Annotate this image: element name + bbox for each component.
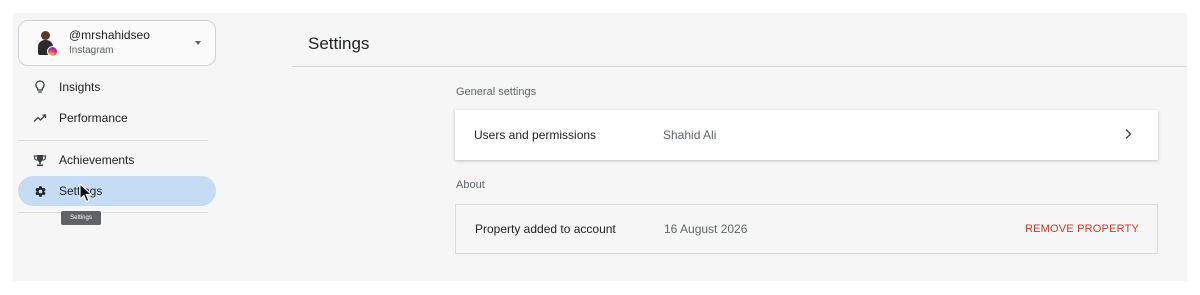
chevron-right-icon [1125,129,1132,139]
caret-down-icon [195,41,201,45]
lightbulb-icon [32,79,48,95]
general-settings-heading: General settings [456,86,537,98]
trending-up-icon [32,110,48,126]
settings-tooltip: Settings [61,211,101,225]
property-added-label: Property added to account [475,222,616,236]
account-name: @mrshahidseo [69,28,150,42]
nav-label-insights: Insights [59,80,101,94]
users-and-permissions-row[interactable]: Users and permissions Shahid Ali [455,110,1158,160]
nav-divider [18,140,208,141]
nav-label-performance: Performance [59,111,128,125]
account-platform: Instagram [69,45,114,56]
avatar-head [41,31,50,40]
users-permissions-value: Shahid Ali [663,128,717,142]
instagram-badge-icon [47,46,58,57]
header-divider [292,66,1187,67]
avatar [35,29,59,57]
account-switcher[interactable]: @mrshahidseo Instagram [18,20,216,66]
nav-label-achievements: Achievements [59,153,135,167]
about-heading: About [456,179,485,191]
trophy-icon [32,152,48,168]
nav-item-achievements[interactable]: Achievements [18,145,216,175]
page-title: Settings [308,34,370,53]
remove-property-button[interactable]: REMOVE PROPERTY [1025,223,1139,235]
property-added-row: Property added to account 16 August 2026… [455,204,1158,254]
gear-icon [32,183,48,199]
nav-item-insights[interactable]: Insights [18,72,216,102]
nav-divider-bottom [18,212,208,213]
nav-item-performance[interactable]: Performance [18,103,216,133]
mouse-pointer-icon [79,183,92,203]
users-permissions-label: Users and permissions [474,128,597,142]
property-added-date: 16 August 2026 [664,222,748,236]
nav-item-settings[interactable]: Settings [18,176,216,206]
